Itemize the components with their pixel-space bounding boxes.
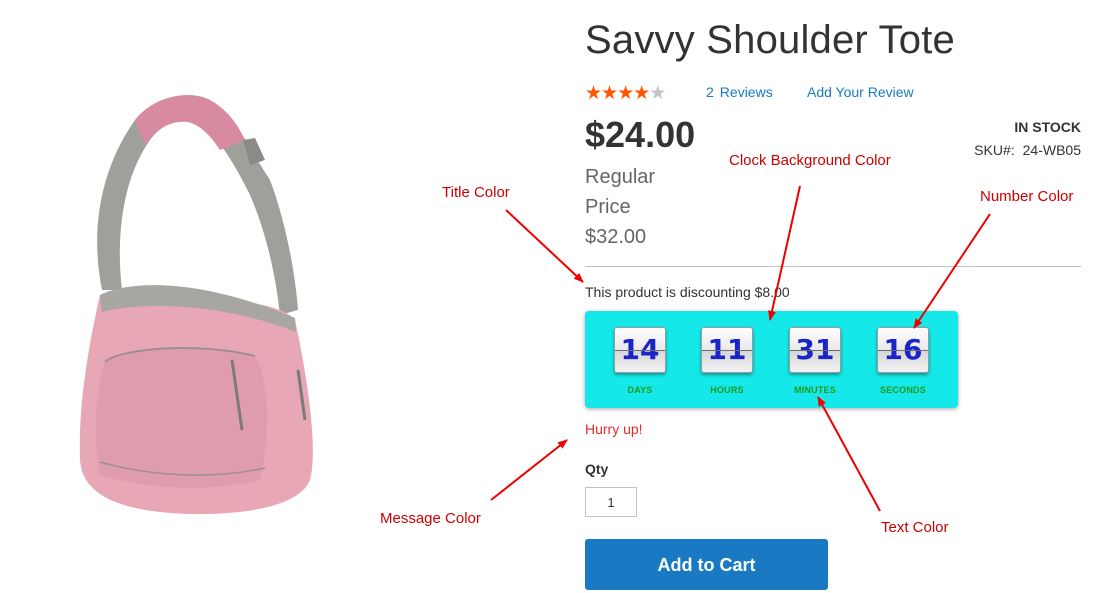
digit-box: 11 [701,327,753,373]
divider [585,266,1081,267]
regular-price-label: Regular Price [585,166,656,218]
annotation-message-color: Message Color [380,510,481,527]
countdown-unit-label: MINUTES [794,385,836,395]
countdown-days: 14 DAYS [605,327,675,395]
reviews-count: 2 [706,84,714,100]
countdown-unit-label: SECONDS [880,385,926,395]
countdown-unit-label: DAYS [627,385,653,395]
sku: SKU#: 24-WB05 [940,142,1081,158]
reviews-link[interactable]: 2 Reviews [706,84,773,100]
digit-box: 31 [789,327,841,373]
arrow-message-color [490,439,568,501]
sku-label: SKU#: [974,142,1015,158]
countdown-clock: 14 DAYS 11 HOURS 31 MINUTES 16 SECONDS [585,311,958,408]
countdown-unit-label: HOURS [710,385,744,395]
product-image[interactable] [60,80,330,520]
arrow-text-color [817,396,881,512]
annotation-clock-background: Clock Background Color [729,152,891,169]
star-icon: ★ [633,83,650,104]
qty-label: Qty [585,461,609,477]
arrow-title-color [505,209,584,283]
regular-price: $32.00 [585,226,647,248]
qty-input[interactable] [585,487,637,517]
digit-box: 16 [877,327,929,373]
add-to-cart-button[interactable]: Add to Cart [585,539,828,590]
digit-box: 14 [614,327,666,373]
star-icon: ★ [601,83,618,104]
sku-value: 24-WB05 [1022,142,1081,158]
stock-status: IN STOCK [1014,119,1081,135]
annotation-text-color: Text Color [881,519,949,536]
product-title: Savvy Shoulder Tote [585,18,955,62]
discount-message: This product is discounting $8.00 [585,284,790,300]
star-icon: ★ [585,83,602,104]
rating-stars: ★★★★★ [585,82,666,105]
star-empty-icon: ★ [649,83,666,104]
star-icon: ★ [617,83,634,104]
countdown-hours: 11 HOURS [692,327,762,395]
annotation-number-color: Number Color [980,188,1074,205]
countdown-minutes: 31 MINUTES [780,327,850,395]
hurry-message: Hurry up! [585,421,643,437]
countdown-seconds: 16 SECONDS [868,327,938,395]
reviews-label: Reviews [719,84,773,100]
final-price: $24.00 [585,114,696,155]
add-review-link[interactable]: Add Your Review [807,84,914,100]
annotation-title-color: Title Color [442,184,510,201]
